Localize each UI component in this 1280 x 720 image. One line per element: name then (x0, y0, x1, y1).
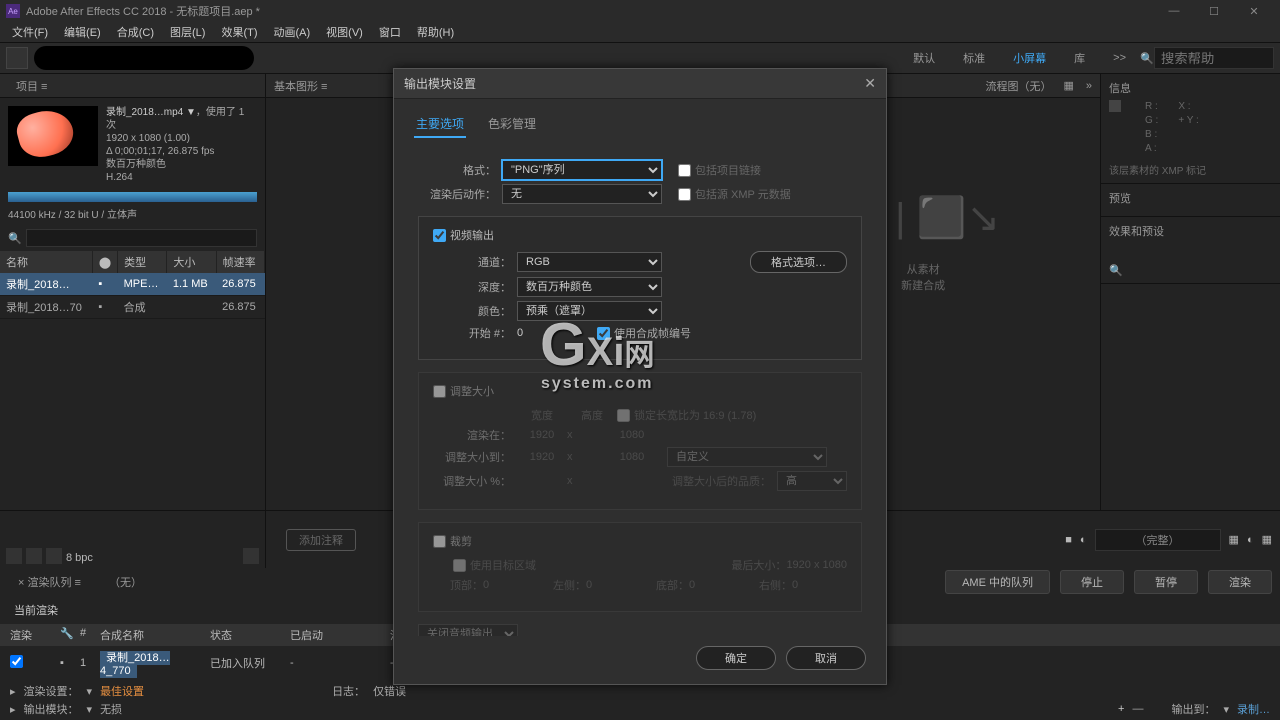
project-tab[interactable]: 项目 ≡ (6, 76, 57, 96)
project-footer: 8 bpc (0, 511, 266, 568)
menu-help[interactable]: 帮助(H) (409, 22, 462, 42)
render-settings-link[interactable]: 最佳设置 (100, 683, 144, 699)
col-label[interactable]: ⬤ (92, 251, 117, 273)
view-full-dropdown[interactable]: （完整） (1095, 529, 1221, 551)
help-search-input[interactable] (1154, 47, 1274, 69)
flowchart-tab[interactable]: 流程图（无） (985, 78, 1051, 94)
xmp-label: 该层素材的 XMP 标记 (1109, 162, 1272, 177)
tab-color-management[interactable]: 色彩管理 (486, 111, 538, 138)
output-module-link[interactable]: 无损 (100, 701, 122, 717)
new-folder-icon[interactable] (26, 548, 42, 564)
menu-view[interactable]: 视图(V) (318, 22, 371, 42)
channel-select[interactable]: RGB (517, 252, 662, 272)
asset-color: 数百万种颜色 (106, 158, 257, 171)
col-fps[interactable]: 帧速率 (216, 251, 264, 273)
col-name[interactable]: 名称 (0, 251, 92, 273)
include-xmp-checkbox[interactable] (678, 188, 691, 201)
resize-checkbox[interactable] (433, 385, 446, 398)
table-row[interactable]: 录制_2018…▪ MPE… 1.1 MB 26.875 (0, 273, 265, 296)
pause-button[interactable]: 暂停 (1134, 570, 1198, 594)
asset-name[interactable]: 录制_2018…mp4 ▼ (106, 107, 196, 118)
stop-button[interactable]: 停止 (1060, 570, 1124, 594)
new-comp-icon[interactable] (46, 548, 62, 564)
asset-duration: Δ 0;00;01;17, 26.875 fps (106, 145, 257, 158)
none-tab[interactable]: （无） (101, 572, 150, 592)
ok-button[interactable]: 确定 (696, 646, 776, 670)
depth-select[interactable]: 数百万种颜色 (517, 277, 662, 297)
render-button[interactable]: 渲染 (1208, 570, 1272, 594)
asset-thumbnail[interactable] (8, 106, 98, 166)
window-title: Adobe After Effects CC 2018 - 无标题项目.aep … (26, 3, 260, 19)
tab-main-options[interactable]: 主要选项 (414, 111, 466, 138)
color-select[interactable]: 预乘（遮罩） (517, 301, 662, 321)
col-size[interactable]: 大小 (167, 251, 216, 273)
dialog-title: 输出模块设置 (404, 75, 476, 92)
cancel-button[interactable]: 取消 (786, 646, 866, 670)
app-logo: Ae (6, 4, 20, 18)
output-to-link[interactable]: 录制… (1237, 701, 1270, 717)
trash-icon[interactable] (243, 548, 259, 564)
start-frame-value[interactable]: 0 (517, 327, 557, 339)
minimize-button[interactable]: — (1154, 0, 1194, 22)
workspace-default[interactable]: 默认 (899, 46, 949, 70)
effects-panel-title[interactable]: 效果和预设 (1109, 223, 1272, 239)
menu-file[interactable]: 文件(F) (4, 22, 56, 42)
right-panels: 信息 R : G : B : A : X : + Y : 该层素材的 XMP 标… (1100, 74, 1280, 510)
workspace-small-screen[interactable]: 小屏幕 (999, 46, 1060, 70)
include-project-link-checkbox[interactable] (678, 164, 691, 177)
menu-composition[interactable]: 合成(C) (109, 22, 162, 42)
project-panel: 项目 ≡ 录制_2018…mp4 ▼，使用了 1 次 1920 x 1080 (… (0, 74, 266, 510)
render-queue-tab[interactable]: × 渲染队列 ≡ (10, 572, 89, 592)
preview-panel-title[interactable]: 预览 (1109, 190, 1272, 206)
add-note-button[interactable]: 添加注释 (286, 529, 356, 551)
info-panel-title: 信息 (1109, 80, 1272, 96)
workspace-library[interactable]: 库 (1060, 46, 1099, 70)
output-module-settings-dialog: 输出模块设置 ✕ 主要选项 色彩管理 格式： "PNG"序列 包括项目链接 渲染… (393, 68, 887, 685)
ame-queue-button[interactable]: AME 中的队列 (945, 570, 1050, 594)
project-search-input[interactable] (26, 229, 257, 247)
remove-output-button[interactable]: — (1132, 703, 1143, 715)
add-output-button[interactable]: + (1118, 703, 1124, 715)
workspace-standard[interactable]: 标准 (949, 46, 999, 70)
render-checkbox[interactable] (10, 655, 23, 668)
toolbar-pill (34, 46, 254, 70)
menu-edit[interactable]: 编辑(E) (56, 22, 109, 42)
menu-layer[interactable]: 图层(L) (162, 22, 213, 42)
project-assets-table: 名称 ⬤ 类型 大小 帧速率 录制_2018…▪ MPE… 1.1 MB 26.… (0, 251, 265, 319)
bpc-label[interactable]: 8 bpc (66, 552, 93, 564)
menu-effect[interactable]: 效果(T) (213, 22, 265, 42)
audio-output-select: 关闭音频输出 (418, 624, 518, 636)
workspace-more[interactable]: >> (1099, 48, 1140, 68)
audio-waveform (8, 192, 257, 202)
col-type[interactable]: 类型 (118, 251, 167, 273)
maximize-button[interactable]: ☐ (1194, 0, 1234, 22)
table-row[interactable]: 录制_2018…70▪ 合成 26.875 (0, 296, 265, 319)
search-icon: 🔍 (8, 232, 22, 245)
menu-bar: 文件(F) 编辑(E) 合成(C) 图层(L) 效果(T) 动画(A) 视图(V… (0, 22, 1280, 42)
title-bar: Ae Adobe After Effects CC 2018 - 无标题项目.a… (0, 0, 1280, 22)
close-icon[interactable]: ✕ (864, 75, 876, 92)
menu-animation[interactable]: 动画(A) (266, 22, 319, 42)
video-output-checkbox[interactable] (433, 229, 446, 242)
interpret-footage-icon[interactable] (6, 548, 22, 564)
format-options-button[interactable]: 格式选项… (750, 251, 847, 273)
menu-window[interactable]: 窗口 (371, 22, 409, 42)
close-window-button[interactable]: ✕ (1234, 0, 1274, 22)
asset-audio: 44100 kHz / 32 bit U / 立体声 (0, 206, 265, 225)
post-render-action-select[interactable]: 无 (502, 184, 662, 204)
asset-codec: H.264 (106, 171, 257, 184)
basic-graphics-tab[interactable]: 基本图形 ≡ (274, 78, 327, 94)
selection-tool[interactable] (6, 47, 28, 69)
asset-resolution: 1920 x 1080 (1.00) (106, 132, 257, 145)
use-comp-frame-checkbox[interactable] (597, 327, 610, 340)
format-select[interactable]: "PNG"序列 (502, 160, 662, 180)
crop-checkbox[interactable] (433, 535, 446, 548)
